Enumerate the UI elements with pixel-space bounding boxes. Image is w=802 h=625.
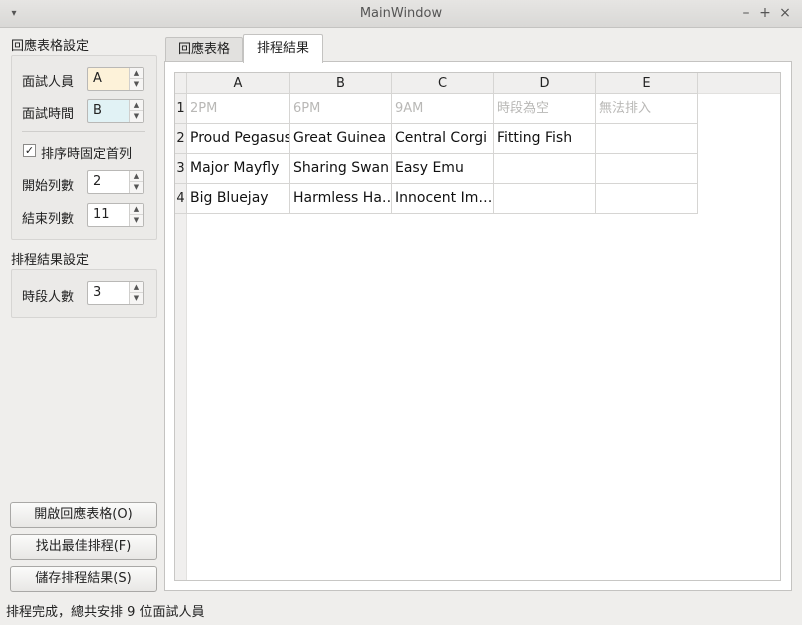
table-cell[interactable]: Major Mayfly bbox=[187, 154, 290, 184]
end-column-value: 11 bbox=[93, 207, 110, 222]
interviewer-column-spinbox[interactable]: A ▲ ▼ bbox=[87, 67, 144, 91]
spin-up-icon[interactable]: ▲ bbox=[130, 68, 143, 79]
interviewer-value: A bbox=[93, 71, 102, 86]
settings-divider bbox=[22, 131, 145, 132]
result-settings-title: 排程結果設定 bbox=[11, 253, 90, 268]
spin-up-icon[interactable]: ▲ bbox=[130, 204, 143, 215]
checkbox-box[interactable]: ✓ bbox=[23, 144, 36, 157]
table-cell[interactable] bbox=[596, 124, 698, 154]
row-header[interactable]: 3 bbox=[175, 154, 187, 184]
table-cell[interactable] bbox=[494, 184, 596, 214]
column-header[interactable]: E bbox=[596, 73, 698, 94]
spin-down-icon[interactable]: ▼ bbox=[130, 111, 143, 122]
spin-arrows: ▲ ▼ bbox=[129, 171, 143, 193]
table-corner[interactable] bbox=[175, 73, 187, 94]
table-cell[interactable]: 時段為空 bbox=[494, 94, 596, 124]
open-response-sheet-button[interactable]: 開啟回應表格(O) bbox=[10, 502, 157, 528]
table-cell[interactable]: Easy Emu bbox=[392, 154, 494, 184]
title-bar: ▾ MainWindow – + × bbox=[0, 0, 802, 28]
tab-response-sheet[interactable]: 回應表格 bbox=[165, 37, 243, 62]
column-header[interactable]: B bbox=[290, 73, 392, 94]
close-icon[interactable]: × bbox=[776, 4, 794, 22]
table-cell[interactable]: 9AM bbox=[392, 94, 494, 124]
spin-down-icon[interactable]: ▼ bbox=[130, 182, 143, 193]
response-settings-title: 回應表格設定 bbox=[11, 39, 90, 54]
status-bar: 排程完成，總共安排 9 位面試人員 bbox=[6, 605, 205, 620]
table-cell[interactable] bbox=[596, 184, 698, 214]
end-column-spinbox[interactable]: 11 ▲ ▼ bbox=[87, 203, 144, 227]
per-slot-label: 時段人數 bbox=[22, 290, 75, 305]
table-cell[interactable]: Central Corgi bbox=[392, 124, 494, 154]
table-cell[interactable]: Sharing Swan bbox=[290, 154, 392, 184]
spin-arrows: ▲ ▼ bbox=[129, 100, 143, 122]
spin-up-icon[interactable]: ▲ bbox=[130, 100, 143, 111]
row-header[interactable]: 4 bbox=[175, 184, 187, 214]
interviewer-label: 面試人員 bbox=[22, 75, 75, 90]
time-value: B bbox=[93, 103, 102, 118]
spin-up-icon[interactable]: ▲ bbox=[130, 282, 143, 293]
table-cell[interactable]: 6PM bbox=[290, 94, 392, 124]
tab-schedule-result[interactable]: 排程結果 bbox=[243, 34, 323, 63]
time-label: 面試時間 bbox=[22, 107, 75, 122]
row-header-fill bbox=[175, 214, 187, 580]
table-cell[interactable] bbox=[494, 154, 596, 184]
row-header[interactable]: 2 bbox=[175, 124, 187, 154]
table-cell[interactable]: Innocent Im… bbox=[392, 184, 494, 214]
spin-arrows: ▲ ▼ bbox=[129, 204, 143, 226]
spin-arrows: ▲ ▼ bbox=[129, 282, 143, 304]
table-cell[interactable]: Great Guinea bbox=[290, 124, 392, 154]
row-header[interactable]: 1 bbox=[175, 94, 187, 124]
table-cell[interactable]: Proud Pegasus bbox=[187, 124, 290, 154]
table-cell[interactable]: Fitting Fish bbox=[494, 124, 596, 154]
spin-arrows: ▲ ▼ bbox=[129, 68, 143, 90]
spin-down-icon[interactable]: ▼ bbox=[130, 215, 143, 226]
column-header[interactable]: C bbox=[392, 73, 494, 94]
minimize-icon[interactable]: – bbox=[737, 4, 755, 22]
spin-down-icon[interactable]: ▼ bbox=[130, 293, 143, 304]
table-cell[interactable]: 2PM bbox=[187, 94, 290, 124]
save-schedule-button[interactable]: 儲存排程結果(S) bbox=[10, 566, 157, 592]
end-column-label: 結束列數 bbox=[22, 212, 75, 227]
table-cell[interactable]: Big Bluejay bbox=[187, 184, 290, 214]
schedule-table[interactable]: A B C D E 1 2 3 4 2PM 6PM 9AM 時段為空 無法排入 … bbox=[174, 72, 781, 581]
per-slot-spinbox[interactable]: 3 ▲ ▼ bbox=[87, 281, 144, 305]
column-header[interactable]: D bbox=[494, 73, 596, 94]
table-cell[interactable] bbox=[596, 154, 698, 184]
start-column-spinbox[interactable]: 2 ▲ ▼ bbox=[87, 170, 144, 194]
column-header[interactable]: A bbox=[187, 73, 290, 94]
spin-up-icon[interactable]: ▲ bbox=[130, 171, 143, 182]
table-cell[interactable]: Harmless Ha… bbox=[290, 184, 392, 214]
window-title: MainWindow bbox=[359, 6, 443, 21]
fixed-first-row-checkbox[interactable]: ✓ 排序時固定首列 bbox=[23, 143, 148, 162]
fixed-first-row-label: 排序時固定首列 bbox=[41, 147, 133, 162]
spin-down-icon[interactable]: ▼ bbox=[130, 79, 143, 90]
per-slot-value: 3 bbox=[93, 285, 102, 300]
header-fill bbox=[698, 73, 780, 94]
table-cell[interactable]: 無法排入 bbox=[596, 94, 698, 124]
start-column-value: 2 bbox=[93, 174, 102, 189]
maximize-icon[interactable]: + bbox=[756, 4, 774, 22]
time-column-spinbox[interactable]: B ▲ ▼ bbox=[87, 99, 144, 123]
find-best-schedule-button[interactable]: 找出最佳排程(F) bbox=[10, 534, 157, 560]
start-column-label: 開始列數 bbox=[22, 179, 75, 194]
